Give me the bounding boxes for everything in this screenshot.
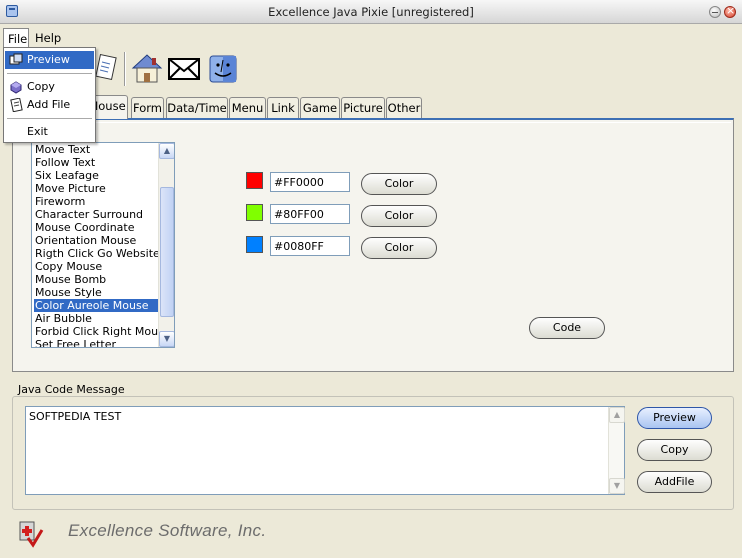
toolbar-separator	[124, 52, 126, 86]
color-hex-field-2[interactable]: #80FF00	[270, 204, 350, 224]
list-item[interactable]: Move Text	[34, 143, 158, 156]
list-item[interactable]: Mouse Bomb	[34, 273, 158, 286]
mail-icon[interactable]	[167, 52, 201, 86]
scroll-thumb[interactable]	[160, 187, 174, 317]
tab-data-time[interactable]: Data/Time	[166, 97, 228, 118]
company-logo-icon	[19, 521, 44, 548]
preview-button[interactable]: Preview	[637, 407, 712, 429]
title-bar: Excellence Java Pixie [unregistered]	[0, 0, 742, 24]
color-button-2[interactable]: Color	[361, 205, 437, 227]
copy-button[interactable]: Copy	[637, 439, 712, 461]
list-item[interactable]: Copy Mouse	[34, 260, 158, 273]
color-button-1[interactable]: Color	[361, 173, 437, 195]
menu-divider	[7, 118, 92, 119]
color-swatch-green	[246, 204, 263, 221]
list-item[interactable]: Character Surround	[34, 208, 158, 221]
minimize-button[interactable]	[709, 6, 721, 18]
scroll-up-icon[interactable]: ▲	[159, 143, 174, 159]
home-icon[interactable]	[130, 52, 164, 86]
java-code-legend: Java Code Message	[17, 383, 126, 396]
list-item[interactable]: Air Bubble	[34, 312, 158, 325]
menu-item-label: Copy	[27, 80, 55, 93]
list-item[interactable]: Follow Text	[34, 156, 158, 169]
company-name: Excellence Software, Inc.	[68, 521, 267, 540]
finder-icon[interactable]	[206, 52, 240, 86]
copy-icon	[10, 81, 22, 94]
menu-item-exit[interactable]: Exit	[5, 123, 94, 141]
menu-item-label: Exit	[27, 125, 48, 138]
scroll-down-icon[interactable]: ▼	[159, 331, 174, 347]
scroll-down-icon[interactable]: ▼	[609, 478, 625, 494]
scroll-up-icon[interactable]: ▲	[609, 407, 625, 423]
list-scrollbar[interactable]: ▲ ▼	[158, 143, 174, 347]
menu-file[interactable]: File	[3, 28, 29, 48]
list-item[interactable]: Move Picture	[34, 182, 158, 195]
java-code-textarea[interactable]: SOFTPEDIA TEST ▲ ▼	[25, 406, 625, 495]
textarea-scrollbar[interactable]: ▲ ▼	[608, 407, 625, 494]
tab-other[interactable]: Other	[386, 97, 422, 118]
tab-game[interactable]: Game	[300, 97, 340, 118]
window-title: Excellence Java Pixie [unregistered]	[268, 5, 474, 19]
menu-item-add-file[interactable]: Add File	[5, 96, 94, 114]
tab-picture[interactable]: Picture	[341, 97, 385, 118]
addfile-button[interactable]: AddFile	[637, 471, 712, 493]
file-menu-dropdown: Preview Copy Add File Exit	[3, 47, 96, 143]
menu-divider	[7, 73, 92, 74]
list-item[interactable]: Set Free Letter	[34, 338, 158, 347]
list-item-selected[interactable]: Color Aureole Mouse	[34, 299, 158, 312]
menu-help[interactable]: Help	[32, 31, 64, 45]
code-button[interactable]: Code	[529, 317, 605, 339]
preview-icon	[9, 53, 23, 65]
menu-item-copy[interactable]: Copy	[5, 78, 94, 96]
color-swatch-red	[246, 172, 263, 189]
list-item[interactable]: Fireworm	[34, 195, 158, 208]
tab-link[interactable]: Link	[267, 97, 299, 118]
list-item[interactable]: Orientation Mouse	[34, 234, 158, 247]
java-code-text: SOFTPEDIA TEST	[29, 410, 122, 423]
color-hex-field-1[interactable]: #FF0000	[270, 172, 350, 192]
list-item[interactable]: Mouse Style	[34, 286, 158, 299]
tab-form[interactable]: Form	[131, 97, 164, 118]
list-item[interactable]: Forbid Click Right Mouse	[34, 325, 171, 338]
list-item[interactable]: Six Leafage	[34, 169, 158, 182]
effects-listbox[interactable]: Move Text Follow Text Six Leafage Move P…	[31, 142, 175, 348]
list-item[interactable]: Mouse Coordinate	[34, 221, 158, 234]
color-button-3[interactable]: Color	[361, 237, 437, 259]
color-hex-field-3[interactable]: #0080FF	[270, 236, 350, 256]
tab-menu[interactable]: Menu	[229, 97, 266, 118]
add-file-icon	[10, 98, 23, 112]
menu-item-label: Preview	[27, 53, 70, 66]
close-button[interactable]	[724, 4, 736, 18]
menu-item-preview[interactable]: Preview	[5, 51, 94, 69]
list-item[interactable]: Rigth Click Go Website	[34, 247, 160, 260]
menu-item-label: Add File	[27, 98, 71, 111]
color-swatch-blue	[246, 236, 263, 253]
